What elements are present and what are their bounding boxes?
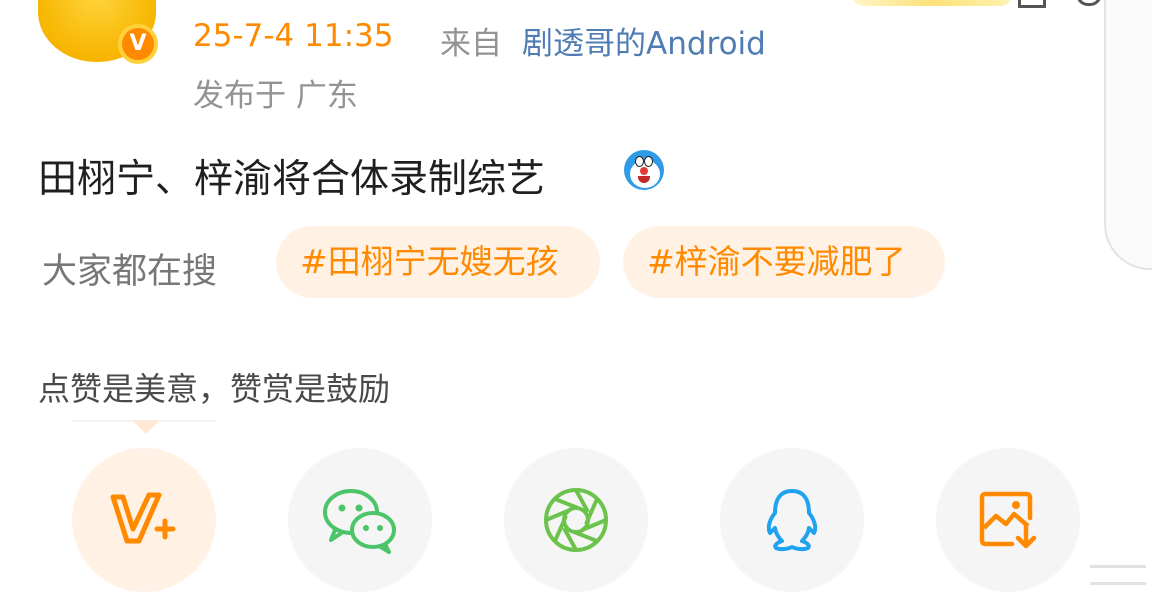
reward-message: 点赞是美意，赞赏是鼓励	[38, 370, 391, 408]
more-icon[interactable]	[1076, 0, 1102, 6]
source-link[interactable]: 剧透哥的Android	[522, 18, 766, 63]
share-moments-button[interactable]	[504, 448, 648, 592]
source-prefix: 来自	[440, 26, 502, 62]
save-image-icon	[979, 491, 1037, 549]
side-panel	[1104, 0, 1152, 270]
watermark-mark	[1090, 565, 1146, 585]
post-location: 发布于 广东	[193, 78, 358, 114]
qq-icon	[766, 489, 818, 552]
save-image-button[interactable]	[936, 448, 1080, 592]
tooltip-pointer	[72, 420, 216, 434]
wechat-moments-icon	[544, 488, 608, 552]
trending-tag[interactable]: #梓渝不要减肥了	[623, 226, 945, 298]
reward-button[interactable]	[72, 448, 216, 592]
verified-badge: V	[118, 24, 158, 64]
trending-tag[interactable]: #田栩宁无嫂无孩	[276, 226, 600, 298]
post-text: 田栩宁、梓渝将合体录制综艺	[38, 157, 546, 202]
wechat-icon	[323, 489, 396, 554]
post-time: 25-7-4 11:35	[193, 18, 394, 54]
share-qq-button[interactable]	[720, 448, 864, 592]
share-wechat-button[interactable]	[288, 448, 432, 592]
toolbar-icon[interactable]	[1018, 0, 1046, 8]
trending-search-label: 大家都在搜	[42, 252, 218, 292]
reward-v-plus-icon	[110, 492, 176, 544]
doraemon-emoji-icon	[624, 150, 664, 190]
top-decoration	[852, 0, 1012, 6]
